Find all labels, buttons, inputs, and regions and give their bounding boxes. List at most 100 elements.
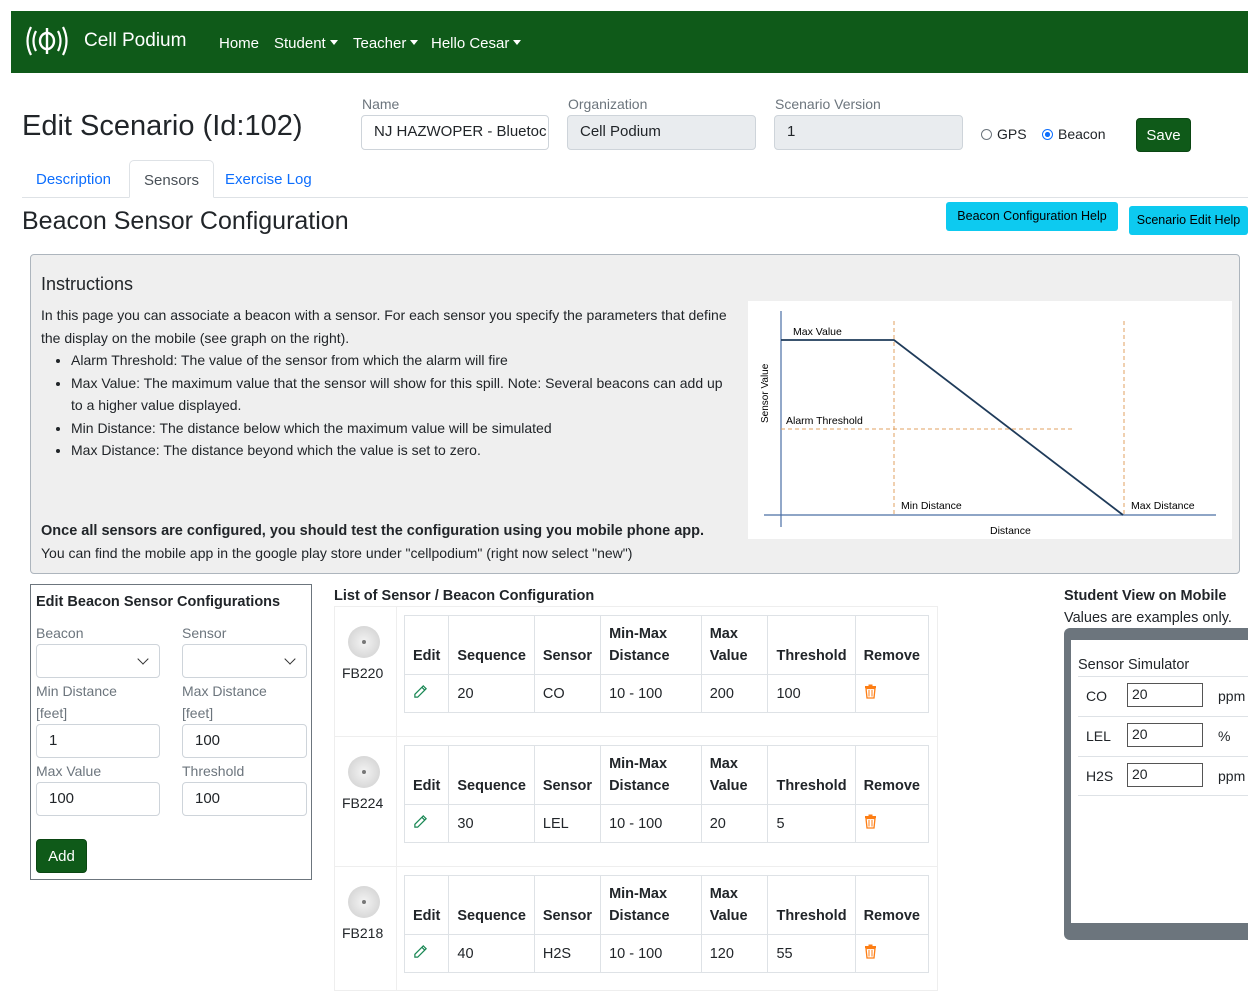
max-value-cell: 120 [700,934,768,973]
beacon-select[interactable] [36,644,160,678]
col-sequence: Sequence [448,615,535,675]
graph-min-distance-label: Min Distance [901,500,962,512]
col-sensor: Sensor [533,615,601,675]
min-distance-label: Min Distance [feet] [36,683,117,721]
trash-icon[interactable] [864,814,877,829]
radio-unchecked-icon [981,129,992,140]
beacon-device-icon [348,756,380,788]
sim-value-input[interactable]: 20 [1127,683,1203,707]
col-sensor: Sensor [533,745,601,805]
tab-sensors[interactable]: Sensors [129,160,215,198]
threshold-input[interactable]: 100 [182,782,307,816]
list-row-divider [334,866,938,867]
nav-user-dropdown[interactable]: Hello Cesar [431,35,522,52]
sim-row-h2s: H2S 20 ppm [1078,756,1248,796]
col-max-value: Max Value [700,615,768,675]
col-remove: Remove [854,615,929,675]
sensor-cell: CO [533,674,601,713]
config-table-fb224: Edit Sequence Sensor Min-Max Distance Ma… [404,745,929,843]
list-row-divider [334,736,938,737]
col-edit: Edit [404,875,449,935]
trash-icon[interactable] [864,684,877,699]
pencil-icon[interactable] [413,814,428,829]
max-value-label: Max Value [36,763,102,779]
nav-teacher-dropdown[interactable]: Teacher [353,35,419,52]
distance-cell: 10 - 100 [600,804,702,843]
nav-student-dropdown[interactable]: Student [274,35,338,52]
beacon-name: FB224 [342,795,384,811]
beacon-device-icon [348,626,380,658]
organization-label: Organization [568,96,648,112]
col-sensor: Sensor [533,875,601,935]
pencil-icon[interactable] [413,944,428,959]
gps-radio[interactable]: GPS [981,126,1027,142]
sequence-cell: 40 [448,934,535,973]
sim-sensor-name: CO [1086,688,1107,704]
chevron-down-icon [284,653,296,665]
cell-podium-logo-icon[interactable] [23,23,71,59]
name-input[interactable]: NJ HAZWOPER - Bluetoc [361,115,549,150]
sim-unit: ppm [1218,688,1246,704]
list-column-divider [396,606,397,991]
sim-row-lel: LEL 20 % [1078,716,1248,756]
sensor-label: Sensor [182,625,227,641]
table-header-row: Edit Sequence Sensor Min-Max Distance Ma… [404,745,929,805]
scenario-edit-help-button[interactable]: Scenario Edit Help [1129,206,1248,235]
trash-icon[interactable] [864,944,877,959]
instructions-panel: Instructions In this page you can associ… [30,254,1240,574]
tab-description[interactable]: Description [22,160,125,198]
beacon-label: Beacon [36,625,84,641]
version-input: 1 [774,115,963,150]
threshold-cell: 100 [767,674,856,713]
save-button[interactable]: Save [1136,118,1191,152]
table-row: 30 LEL 10 - 100 20 5 [404,804,929,843]
pencil-icon[interactable] [413,684,428,699]
table-row: 20 CO 10 - 100 200 100 [404,674,929,713]
sim-row-co: CO 20 ppm [1078,676,1248,716]
min-distance-input[interactable]: 1 [36,724,160,758]
beacon-name: FB220 [342,665,384,681]
nav-home-link[interactable]: Home [219,35,259,52]
instructions-body: In this page you can associate a beacon … [41,304,731,462]
radio-checked-icon [1042,129,1053,140]
caret-down-icon [329,40,338,45]
sequence-cell: 30 [448,804,535,843]
beacon-radio[interactable]: Beacon [1042,126,1105,142]
instruction-max-distance: Max Distance: The distance beyond which … [71,439,731,462]
instruction-min-distance: Min Distance: The distance below which t… [71,417,731,440]
remove-cell [854,804,929,843]
max-distance-input[interactable]: 100 [182,724,307,758]
add-button[interactable]: Add [36,839,87,873]
brand-name[interactable]: Cell Podium [84,30,186,52]
col-threshold: Threshold [767,615,856,675]
instructions-list: Alarm Threshold: The value of the sensor… [41,349,731,462]
col-edit: Edit [404,745,449,805]
beacon-config-help-button[interactable]: Beacon Configuration Help [946,202,1118,231]
sim-value-input[interactable]: 20 [1127,723,1203,747]
remove-cell [854,674,929,713]
caret-down-icon [410,40,419,45]
max-value-input[interactable]: 100 [36,782,160,816]
sim-sensor-name: H2S [1086,768,1114,784]
tab-exercise-log[interactable]: Exercise Log [211,160,326,198]
graph-y-axis-label: Sensor Value [760,363,771,423]
sensor-simulator-title: Sensor Simulator [1078,657,1190,673]
config-table-fb220: Edit Sequence Sensor Min-Max Distance Ma… [404,615,929,713]
max-value-cell: 20 [700,804,768,843]
graph-curve [781,339,1124,516]
section-title: Beacon Sensor Configuration [22,207,349,235]
sim-value-input[interactable]: 20 [1127,763,1203,787]
sensor-select[interactable] [182,644,307,678]
page-title: Edit Scenario (Id:102) [22,110,303,142]
col-threshold: Threshold [767,745,856,805]
config-table-fb218: Edit Sequence Sensor Min-Max Distance Ma… [404,875,929,973]
max-distance-label: Max Distance [feet] [182,683,267,721]
sequence-cell: 20 [448,674,535,713]
col-distance: Min-Max Distance [600,875,702,935]
col-distance: Min-Max Distance [600,745,702,805]
edit-beacon-panel: Edit Beacon Sensor Configurations Beacon… [30,584,312,880]
graph-x-axis-label: Distance [990,525,1031,537]
col-threshold: Threshold [767,875,856,935]
threshold-label: Threshold [182,763,245,779]
chevron-down-icon [137,653,149,665]
